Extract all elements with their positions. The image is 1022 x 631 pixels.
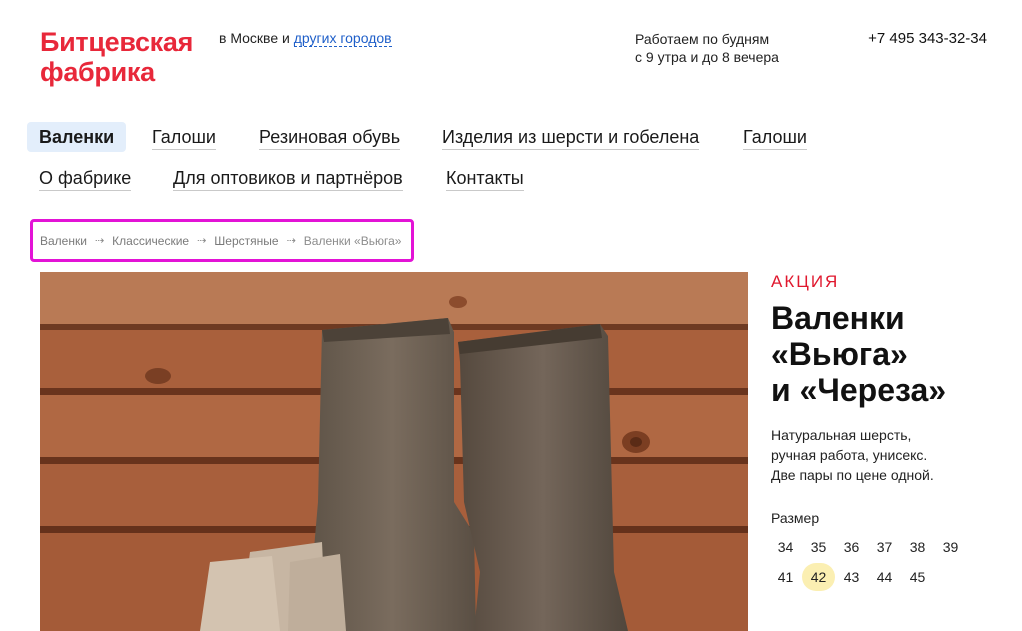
size-option-38[interactable]: 38 xyxy=(901,533,934,561)
size-option-34[interactable]: 34 xyxy=(769,533,802,561)
breadcrumb-item[interactable]: Классические xyxy=(112,234,189,248)
size-option-42-selected[interactable]: 42 xyxy=(802,563,835,591)
promo-title-line3: и «Череза» xyxy=(771,372,947,408)
product-photo xyxy=(40,272,748,631)
nav-row-1: Валенки Галоши Резиновая обувь Изделия и… xyxy=(27,122,827,163)
promo-description: Натуральная шерсть, ручная работа, унисе… xyxy=(771,425,1011,485)
breadcrumb-item[interactable]: Валенки xyxy=(40,234,87,248)
promo-desc-line3: Две пары по цене одной. xyxy=(771,467,934,483)
nav-item-contacts[interactable]: Контакты xyxy=(446,163,524,193)
phone-number[interactable]: +7 495 343-32-34 xyxy=(868,30,987,47)
size-row-2: 41 42 43 44 45 xyxy=(769,563,969,593)
nav-row-2: О фабрике Для оптовиков и партнёров Конт… xyxy=(27,163,827,204)
logo-line2: фабрика xyxy=(40,57,155,87)
breadcrumb-item[interactable]: Шерстяные xyxy=(214,234,278,248)
nav-item-valenki[interactable]: Валенки xyxy=(27,122,127,152)
size-option-43[interactable]: 43 xyxy=(835,563,868,591)
nav-item-wholesale[interactable]: Для оптовиков и партнёров xyxy=(173,163,403,193)
working-hours: Работаем по будням с 9 утра и до 8 вечер… xyxy=(635,30,779,66)
size-selector: 34 35 36 37 38 39 41 42 43 44 45 xyxy=(769,533,969,593)
logo[interactable]: Битцевская фабрика xyxy=(40,27,215,87)
nav-item-label: Галоши xyxy=(152,127,216,150)
nav-item-rubber-shoes[interactable]: Резиновая обувь xyxy=(259,122,401,152)
hours-line1: Работаем по будням xyxy=(635,31,770,47)
main-nav: Валенки Галоши Резиновая обувь Изделия и… xyxy=(27,122,827,204)
nav-item-label: Валенки xyxy=(39,127,115,147)
breadcrumb-current: Валенки «Вьюга» xyxy=(303,233,402,248)
size-option-41[interactable]: 41 xyxy=(769,563,802,591)
promo-label: АКЦИЯ xyxy=(771,272,840,291)
size-option-45[interactable]: 45 xyxy=(901,563,934,591)
arrow-right-icon: ⇢ xyxy=(197,235,207,247)
other-cities-link[interactable]: других городов xyxy=(293,30,392,47)
nav-item-label: Галоши xyxy=(743,127,807,150)
size-option-36[interactable]: 36 xyxy=(835,533,868,561)
nav-item-label: О фабрике xyxy=(39,168,132,191)
nav-item-about[interactable]: О фабрике xyxy=(39,163,132,193)
promo-title-line1: Валенки xyxy=(771,300,905,336)
promo-desc-line1: Натуральная шерсть, xyxy=(771,427,912,443)
nav-item-wool-products[interactable]: Изделия из шерсти и гобелена xyxy=(442,122,700,152)
size-option-39[interactable]: 39 xyxy=(934,533,967,561)
nav-item-label: Изделия из шерсти и гобелена xyxy=(442,127,700,150)
nav-item-label: Резиновая обувь xyxy=(259,127,401,150)
breadcrumb: Валенки ⇢ Классические ⇢ Шерстяные ⇢ Вал… xyxy=(30,219,414,262)
promo-title: Валенки «Вьюга» и «Череза» xyxy=(771,300,1021,408)
logo-line1: Битцевская xyxy=(40,27,194,57)
size-option-44[interactable]: 44 xyxy=(868,563,901,591)
size-option-37[interactable]: 37 xyxy=(868,533,901,561)
city-selector: в Москве и других городов xyxy=(219,30,392,47)
size-option-35[interactable]: 35 xyxy=(802,533,835,561)
size-row-1: 34 35 36 37 38 39 xyxy=(769,533,969,563)
nav-item-galoshi[interactable]: Галоши xyxy=(152,122,216,152)
nav-item-label: Для оптовиков и партнёров xyxy=(173,168,403,191)
nav-item-label: Контакты xyxy=(446,168,524,191)
nav-item-galoshi-2[interactable]: Галоши xyxy=(743,122,807,152)
arrow-right-icon: ⇢ xyxy=(94,235,105,247)
size-label: Размер xyxy=(771,510,820,526)
felt-boots-image xyxy=(40,272,748,631)
city-prefix: в Москве и xyxy=(219,30,294,46)
promo-title-line2: «Вьюга» xyxy=(771,336,908,372)
hours-line2: с 9 утра и до 8 вечера xyxy=(635,49,779,65)
promo-desc-line2: ручная работа, унисекс. xyxy=(771,447,928,463)
arrow-right-icon: ⇢ xyxy=(286,235,296,247)
